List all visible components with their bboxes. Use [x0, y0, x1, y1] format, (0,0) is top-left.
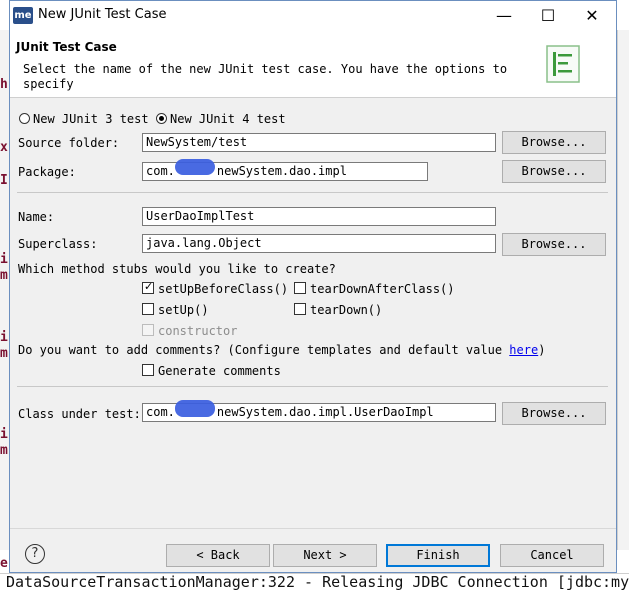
junit3-radio[interactable]	[19, 113, 30, 124]
class-under-test-label: Class under test:	[18, 407, 141, 421]
redacted-blur	[175, 400, 215, 417]
comments-close-paren: )	[538, 343, 546, 357]
teardown-checkbox[interactable]	[294, 303, 306, 315]
back-button[interactable]: < Back	[166, 544, 270, 567]
background-char: i	[0, 252, 8, 267]
source-folder-input[interactable]: NewSystem/test	[142, 133, 496, 152]
superclass-input[interactable]: java.lang.Object	[142, 234, 496, 253]
junit-banner-icon	[546, 45, 580, 83]
setup-label: setUp()	[158, 303, 209, 317]
wizard-description: Select the name of the new JUnit test ca…	[23, 62, 508, 91]
junit4-radio[interactable]	[156, 113, 167, 124]
configure-templates-link[interactable]: here	[509, 343, 538, 357]
name-input[interactable]: UserDaoImplTest	[142, 207, 496, 226]
background-window-right	[617, 30, 629, 550]
background-char: x	[0, 140, 8, 155]
comments-question: Do you want to add comments? (Configure …	[18, 343, 545, 357]
app-icon: me	[13, 7, 33, 24]
wizard-title: JUnit Test Case	[16, 40, 117, 54]
title-bar[interactable]: me New JUnit Test Case — ☐ ✕	[10, 1, 616, 31]
cancel-button[interactable]: Cancel	[500, 544, 604, 567]
background-char: m	[0, 268, 8, 283]
background-char: i	[0, 330, 8, 345]
constructor-label: constructor	[158, 324, 238, 338]
wizard-header: JUnit Test Case Select the name of the n…	[10, 31, 616, 98]
teardownafterclass-checkbox[interactable]	[294, 282, 306, 294]
redacted-blur	[175, 159, 215, 175]
generate-comments-checkbox[interactable]	[142, 364, 154, 376]
constructor-checkbox	[142, 324, 154, 336]
finish-button[interactable]: Finish	[386, 544, 490, 567]
package-value-suffix: newSystem.dao.impl	[216, 164, 347, 178]
maximize-button[interactable]: ☐	[526, 1, 570, 31]
console-log-text: DataSourceTransactionManager:322 - Relea…	[6, 573, 629, 591]
junit3-label: New JUnit 3 test	[33, 112, 149, 126]
class-under-test-browse-button[interactable]: Browse...	[502, 402, 606, 425]
teardown-label: tearDown()	[310, 303, 383, 317]
source-folder-label: Source folder:	[18, 136, 120, 150]
junit4-label: New JUnit 4 test	[170, 112, 286, 126]
check-icon: ✓	[144, 280, 154, 293]
separator	[17, 192, 608, 193]
package-browse-button[interactable]: Browse...	[502, 160, 606, 183]
source-folder-browse-button[interactable]: Browse...	[502, 131, 606, 154]
name-label: Name:	[18, 210, 55, 224]
separator	[17, 386, 608, 387]
background-char: h	[0, 77, 8, 92]
superclass-label: Superclass:	[18, 237, 98, 251]
background-char: e	[0, 556, 8, 571]
class-under-test-prefix: com.	[146, 405, 175, 419]
setup-checkbox[interactable]	[142, 303, 154, 315]
background-char: m	[0, 346, 8, 361]
superclass-browse-button[interactable]: Browse...	[502, 233, 606, 256]
generate-comments-label: Generate comments	[158, 364, 281, 378]
help-icon[interactable]: ?	[25, 544, 45, 564]
package-label: Package:	[18, 165, 76, 179]
background-char: I	[0, 173, 8, 188]
setupbeforeclass-label: setUpBeforeClass()	[158, 282, 289, 296]
package-value-prefix: com.	[146, 164, 175, 178]
footer-separator	[10, 528, 616, 529]
new-junit-test-case-dialog: me New JUnit Test Case — ☐ ✕ JUnit Test …	[9, 0, 617, 573]
background-console-line: DataSourceTransactionManager:322 - Relea…	[0, 573, 629, 591]
class-under-test-suffix: newSystem.dao.impl.UserDaoImpl	[216, 405, 434, 419]
window-title: New JUnit Test Case	[38, 7, 167, 22]
close-button[interactable]: ✕	[570, 1, 614, 31]
background-char: i	[0, 427, 8, 442]
setupbeforeclass-checkbox[interactable]: ✓	[142, 280, 154, 294]
minimize-button[interactable]: —	[482, 1, 526, 31]
teardownafterclass-label: tearDownAfterClass()	[310, 282, 455, 296]
background-char: m	[0, 443, 8, 458]
next-button[interactable]: Next >	[273, 544, 377, 567]
comments-question-text: Do you want to add comments? (Configure …	[18, 343, 510, 357]
method-stubs-question: Which method stubs would you like to cre…	[18, 262, 336, 276]
